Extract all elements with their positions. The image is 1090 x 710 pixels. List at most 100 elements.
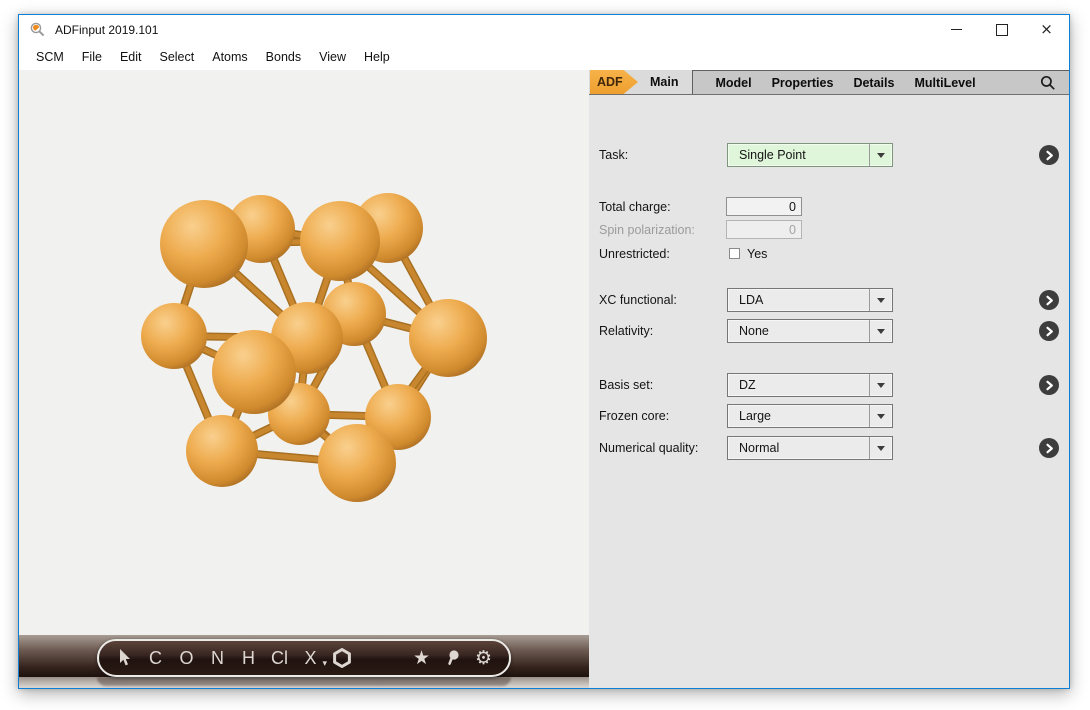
numerical-quality-dropdown-button[interactable] bbox=[869, 437, 892, 459]
pin-icon bbox=[445, 649, 461, 667]
relativity-label: Relativity: bbox=[599, 319, 653, 343]
numerical-quality-label: Numerical quality: bbox=[599, 436, 698, 460]
spin-polarization-row: Spin polarization: bbox=[589, 218, 1069, 242]
cursor-icon bbox=[118, 649, 132, 667]
minimize-icon bbox=[951, 29, 962, 30]
chevron-down-icon bbox=[877, 414, 885, 419]
element-button-x[interactable]: X▾ bbox=[295, 643, 326, 673]
menu-bonds[interactable]: Bonds bbox=[257, 47, 310, 67]
element-buttons: CONHClX▾ bbox=[140, 643, 326, 673]
main-content: CONHClX▾ ★ bbox=[19, 70, 1069, 688]
chevron-right-icon bbox=[1044, 326, 1055, 337]
numerical-quality-dropdown[interactable]: Normal bbox=[727, 436, 893, 460]
toolbar-reflection bbox=[97, 677, 511, 686]
basis-set-detail-button[interactable] bbox=[1039, 375, 1059, 395]
ring-icon bbox=[332, 648, 352, 668]
tab-properties[interactable]: Properties bbox=[762, 76, 844, 90]
molecule-viewer[interactable]: CONHClX▾ ★ bbox=[19, 70, 589, 688]
chevron-down-icon bbox=[877, 329, 885, 334]
menu-select[interactable]: Select bbox=[150, 47, 203, 67]
cursor-tool-button[interactable] bbox=[109, 643, 140, 673]
maximize-button[interactable] bbox=[979, 15, 1024, 44]
atom-sphere[interactable] bbox=[409, 299, 487, 377]
task-label: Task: bbox=[599, 143, 628, 167]
relativity-detail-button[interactable] bbox=[1039, 321, 1059, 341]
menu-view[interactable]: View bbox=[310, 47, 355, 67]
basis-set-dropdown-button[interactable] bbox=[869, 374, 892, 396]
molecule-3d-view[interactable] bbox=[19, 70, 589, 635]
chevron-down-icon bbox=[877, 446, 885, 451]
total-charge-label: Total charge: bbox=[599, 195, 671, 219]
xc-functional-value: LDA bbox=[728, 289, 869, 311]
relativity-dropdown-button[interactable] bbox=[869, 320, 892, 342]
task-dropdown[interactable]: Single Point bbox=[727, 143, 893, 167]
menu-scm[interactable]: SCM bbox=[27, 47, 73, 67]
task-row: Task: Single Point bbox=[589, 143, 1069, 167]
search-button[interactable] bbox=[1037, 72, 1059, 94]
structures-tool-button[interactable]: ★ bbox=[406, 643, 437, 673]
chevron-down-icon bbox=[877, 383, 885, 388]
title-bar[interactable]: ADFinput 2019.101 × bbox=[19, 15, 1069, 44]
element-button-c[interactable]: C bbox=[140, 643, 171, 673]
pin-tool-button[interactable] bbox=[437, 643, 468, 673]
tab-multilevel[interactable]: MultiLevel bbox=[904, 76, 985, 90]
atom-sphere[interactable] bbox=[300, 201, 380, 281]
element-button-o[interactable]: O bbox=[171, 643, 202, 673]
xc-functional-detail-button[interactable] bbox=[1039, 290, 1059, 310]
adf-method-tab[interactable]: ADF bbox=[590, 70, 638, 94]
chevron-right-icon bbox=[1044, 295, 1055, 306]
atom-sphere[interactable] bbox=[186, 415, 258, 487]
element-button-cl[interactable]: Cl bbox=[264, 643, 295, 673]
numerical-quality-row: Numerical quality: Normal bbox=[589, 436, 1069, 460]
atom-sphere[interactable] bbox=[160, 200, 248, 288]
spin-polarization-input bbox=[726, 220, 802, 239]
unrestricted-checkbox[interactable] bbox=[729, 248, 740, 259]
tab-model[interactable]: Model bbox=[705, 76, 761, 90]
basis-set-label: Basis set: bbox=[599, 373, 653, 397]
frozen-core-dropdown-button[interactable] bbox=[869, 405, 892, 427]
element-button-n[interactable]: N bbox=[202, 643, 233, 673]
close-icon: × bbox=[1040, 22, 1053, 37]
xc-functional-dropdown-button[interactable] bbox=[869, 289, 892, 311]
ring-tool-button[interactable] bbox=[326, 643, 357, 673]
numerical-quality-detail-button[interactable] bbox=[1039, 438, 1059, 458]
spin-polarization-label: Spin polarization: bbox=[599, 218, 695, 242]
menu-atoms[interactable]: Atoms bbox=[203, 47, 256, 67]
gear-icon: ⚙ bbox=[475, 647, 492, 669]
numerical-quality-value: Normal bbox=[728, 437, 869, 459]
tab-details[interactable]: Details bbox=[843, 76, 904, 90]
xc-functional-label: XC functional: bbox=[599, 288, 677, 312]
task-detail-button[interactable] bbox=[1039, 145, 1059, 165]
adf-tab-label: ADF bbox=[597, 75, 623, 89]
menu-file[interactable]: File bbox=[73, 47, 111, 67]
menu-help[interactable]: Help bbox=[355, 47, 399, 67]
chevron-down-icon bbox=[877, 298, 885, 303]
chevron-right-icon bbox=[1044, 380, 1055, 391]
atom-sphere[interactable] bbox=[318, 424, 396, 502]
total-charge-input[interactable] bbox=[726, 197, 802, 216]
basis-set-dropdown[interactable]: DZ bbox=[727, 373, 893, 397]
close-button[interactable]: × bbox=[1024, 15, 1069, 44]
minimize-button[interactable] bbox=[934, 15, 979, 44]
frozen-core-value: Large bbox=[728, 405, 869, 427]
tab-group: ModelPropertiesDetailsMultiLevel bbox=[692, 70, 1069, 94]
frozen-core-row: Frozen core: Large bbox=[589, 404, 1069, 428]
relativity-dropdown[interactable]: None bbox=[727, 319, 893, 343]
basis-set-row: Basis set: DZ bbox=[589, 373, 1069, 397]
task-dropdown-button[interactable] bbox=[869, 144, 892, 166]
search-icon bbox=[1040, 75, 1056, 91]
chevron-right-icon bbox=[1044, 443, 1055, 454]
panel-tab-bar: ADF Main ModelPropertiesDetailsMultiLeve… bbox=[589, 70, 1069, 95]
xc-functional-row: XC functional: LDA bbox=[589, 288, 1069, 312]
menu-edit[interactable]: Edit bbox=[111, 47, 151, 67]
menu-bar: SCMFileEditSelectAtomsBondsViewHelp bbox=[19, 44, 1069, 70]
tab-main[interactable]: Main bbox=[638, 70, 692, 94]
element-button-h[interactable]: H bbox=[233, 643, 264, 673]
atom-sphere[interactable] bbox=[141, 303, 207, 369]
settings-tool-button[interactable]: ⚙ bbox=[468, 643, 499, 673]
total-charge-row: Total charge: bbox=[589, 195, 1069, 219]
atom-sphere[interactable] bbox=[212, 330, 296, 414]
task-value: Single Point bbox=[728, 144, 869, 166]
xc-functional-dropdown[interactable]: LDA bbox=[727, 288, 893, 312]
frozen-core-dropdown[interactable]: Large bbox=[727, 404, 893, 428]
